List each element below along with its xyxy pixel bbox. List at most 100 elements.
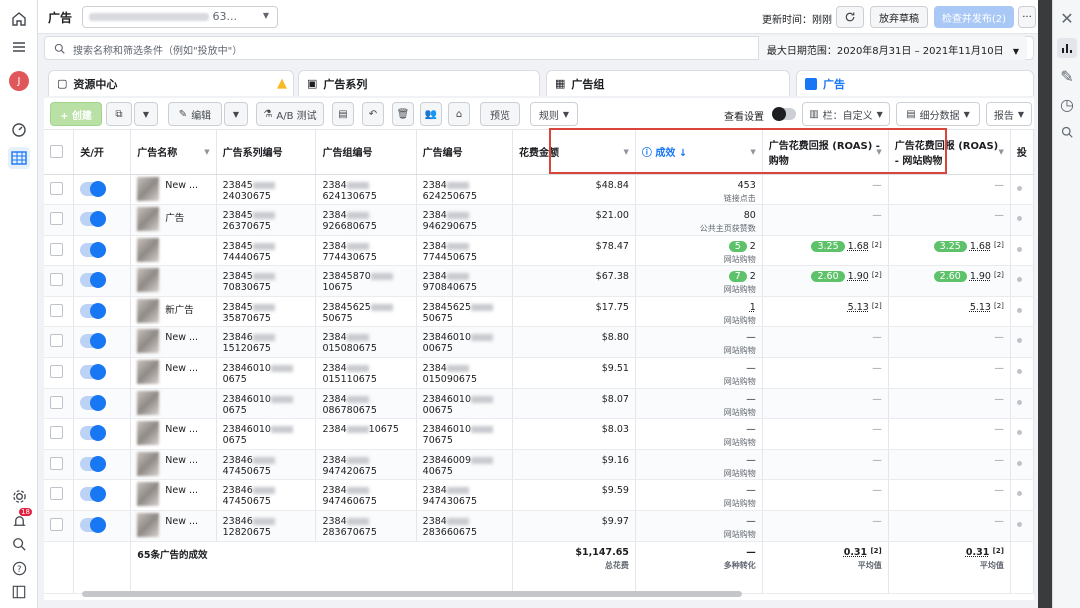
edit-dropdown[interactable]: ▼ [224, 102, 248, 126]
column-header-results[interactable]: ⓘ 成效 ↓ ▼ [635, 130, 763, 175]
reports-dropdown[interactable]: 报告 ▼ [986, 102, 1032, 126]
discard-draft-button[interactable]: 放弃草稿 [870, 6, 928, 28]
horizontal-scrollbar[interactable] [82, 591, 742, 597]
row-checkbox[interactable] [50, 365, 63, 379]
collapse-panel-icon[interactable] [8, 581, 30, 603]
table-row[interactable]: 2384570830675 2384587010675 238497084067… [44, 265, 1034, 297]
table-row[interactable]: New ... 238460100675 2384015110675 23840… [44, 357, 1034, 389]
column-header-adset-id[interactable]: 广告组编号 [315, 130, 417, 175]
row-checkbox[interactable] [50, 426, 63, 440]
vertical-scrollbar[interactable] [1038, 0, 1052, 608]
delivery-toggle[interactable] [80, 302, 107, 319]
column-header-spend[interactable]: 花费金额 ▼ [512, 130, 636, 175]
rules-dropdown[interactable]: 规则 ▼ [530, 102, 578, 126]
select-all-checkbox[interactable] [50, 144, 63, 158]
ad-name-cell[interactable]: 广告 [130, 204, 217, 236]
undo-button[interactable]: ↶ [362, 102, 384, 126]
row-checkbox[interactable] [50, 303, 63, 317]
column-header-roas-web[interactable]: 广告花费回报 (ROAS) - 网站购物 ▼ [888, 130, 1011, 175]
table-row[interactable]: New ... 238460100675 2384 10675 238460107… [44, 418, 1034, 450]
delivery-toggle[interactable] [80, 211, 107, 228]
row-checkbox[interactable] [50, 212, 63, 226]
close-icon[interactable]: ✕ [1057, 8, 1077, 28]
duplicate-button[interactable]: ⧉ [106, 102, 132, 126]
table-row[interactable]: 2384574440675 2384774430675 238477445067… [44, 235, 1034, 267]
column-header-onoff[interactable]: 关/开 [73, 130, 132, 175]
table-row[interactable]: 新广告 2384535870675 2384562550675 23845625… [44, 296, 1034, 328]
ad-name-cell[interactable]: 新广告 [130, 296, 217, 328]
delivery-toggle[interactable] [80, 272, 107, 289]
delivery-toggle[interactable] [80, 394, 107, 411]
delivery-toggle[interactable] [80, 455, 107, 472]
columns-dropdown[interactable]: ▥ 栏：自定义 ▼ [802, 102, 890, 126]
table-row[interactable]: 广告 2384526370675 2384926680675 238494629… [44, 204, 1034, 236]
column-header-name[interactable]: 广告名称 ▼ [130, 130, 217, 175]
column-header-bid[interactable]: 投 [1010, 130, 1034, 175]
row-checkbox[interactable] [50, 456, 63, 470]
delivery-toggle[interactable] [80, 333, 107, 350]
ads-table-icon[interactable] [8, 147, 30, 169]
ad-name-cell[interactable] [130, 265, 217, 297]
row-checkbox[interactable] [50, 181, 63, 195]
duplicate-dropdown[interactable]: ▼ [134, 102, 158, 126]
breakdown-dropdown[interactable]: ▤ 细分数据 ▼ [896, 102, 980, 126]
delete-button[interactable]: 🗑 [392, 102, 414, 126]
tab-ads[interactable]: 广告 [796, 70, 1034, 96]
table-row[interactable]: New ... 2384612820675 2384283670675 2384… [44, 510, 1034, 542]
column-header-ad-id[interactable]: 广告编号 [416, 130, 514, 175]
ad-name-cell[interactable] [130, 235, 217, 267]
review-publish-button[interactable]: 检查并发布(2) [934, 6, 1014, 28]
delivery-toggle[interactable] [80, 180, 107, 197]
home-icon[interactable] [8, 8, 30, 30]
search-bar[interactable]: 搜索名称和筛选条件（例如"投放中"） 最大日期范围：2020年8月31日 – 2… [44, 36, 1034, 60]
notifications-icon[interactable]: 18 [8, 508, 32, 532]
delivery-toggle[interactable] [80, 364, 107, 381]
avatar[interactable]: J [8, 70, 30, 92]
history-icon[interactable]: ◷ [1057, 94, 1077, 114]
ad-name-cell[interactable]: New ... [130, 174, 217, 206]
row-checkbox[interactable] [50, 487, 63, 501]
tag-button[interactable]: ⌂ [448, 102, 470, 126]
clipboard-button[interactable]: ▤ [332, 102, 354, 126]
refresh-button[interactable] [836, 6, 864, 28]
ab-test-button[interactable]: ⚗ A/B 测试 [256, 102, 324, 126]
ad-name-cell[interactable]: New ... [130, 418, 217, 450]
search-icon[interactable] [8, 533, 30, 555]
ad-name-cell[interactable] [130, 388, 217, 420]
row-checkbox[interactable] [50, 395, 63, 409]
more-options-button[interactable]: ··· [1018, 6, 1036, 28]
audience-button[interactable]: 👥 [420, 102, 442, 126]
menu-icon[interactable] [8, 36, 30, 58]
create-button[interactable]: + 创建 [50, 102, 102, 126]
view-settings-toggle[interactable] [772, 107, 796, 121]
ad-name-cell[interactable]: New ... [130, 357, 217, 389]
dashboard-icon[interactable] [8, 118, 30, 140]
row-checkbox[interactable] [50, 242, 63, 256]
row-checkbox[interactable] [50, 273, 63, 287]
edit-button[interactable]: ✎ 编辑 [168, 102, 222, 126]
table-row[interactable]: New ... 2384615120675 2384015080675 2384… [44, 326, 1034, 359]
tab-resource-center[interactable]: ▢ 资源中心 ▲ [48, 70, 294, 96]
account-selector[interactable]: 63... ▼ [82, 6, 278, 28]
ad-name-cell[interactable]: New ... [130, 326, 217, 359]
row-checkbox[interactable] [50, 518, 63, 532]
pencil-icon[interactable]: ✎ [1057, 66, 1077, 86]
tab-campaigns[interactable]: ▣ 广告系列 [298, 70, 540, 96]
delivery-toggle[interactable] [80, 517, 107, 534]
search-icon[interactable] [1057, 122, 1077, 142]
ad-name-cell[interactable]: New ... [130, 479, 217, 512]
delivery-toggle[interactable] [80, 486, 107, 503]
help-icon[interactable]: ? [8, 557, 30, 579]
row-checkbox[interactable] [50, 334, 63, 348]
delivery-toggle[interactable] [80, 241, 107, 258]
delivery-toggle[interactable] [80, 425, 107, 442]
tab-adsets[interactable]: ▦ 广告组 [546, 70, 790, 96]
preview-button[interactable]: 预览 [480, 102, 520, 126]
table-row[interactable]: New ... 2384647450675 2384947420675 2384… [44, 449, 1034, 481]
table-row[interactable]: New ... 2384647450675 2384947460675 2384… [44, 479, 1034, 512]
bar-chart-icon[interactable] [1057, 38, 1077, 58]
table-row[interactable]: 238460100675 2384086780675 2384601000675… [44, 388, 1034, 420]
table-row[interactable]: New ... 2384524030675 2384624130675 2384… [44, 174, 1034, 206]
column-header-roas[interactable]: 广告花费回报 (ROAS) - 购物 ▼ [762, 130, 889, 175]
ad-name-cell[interactable]: New ... [130, 449, 217, 481]
